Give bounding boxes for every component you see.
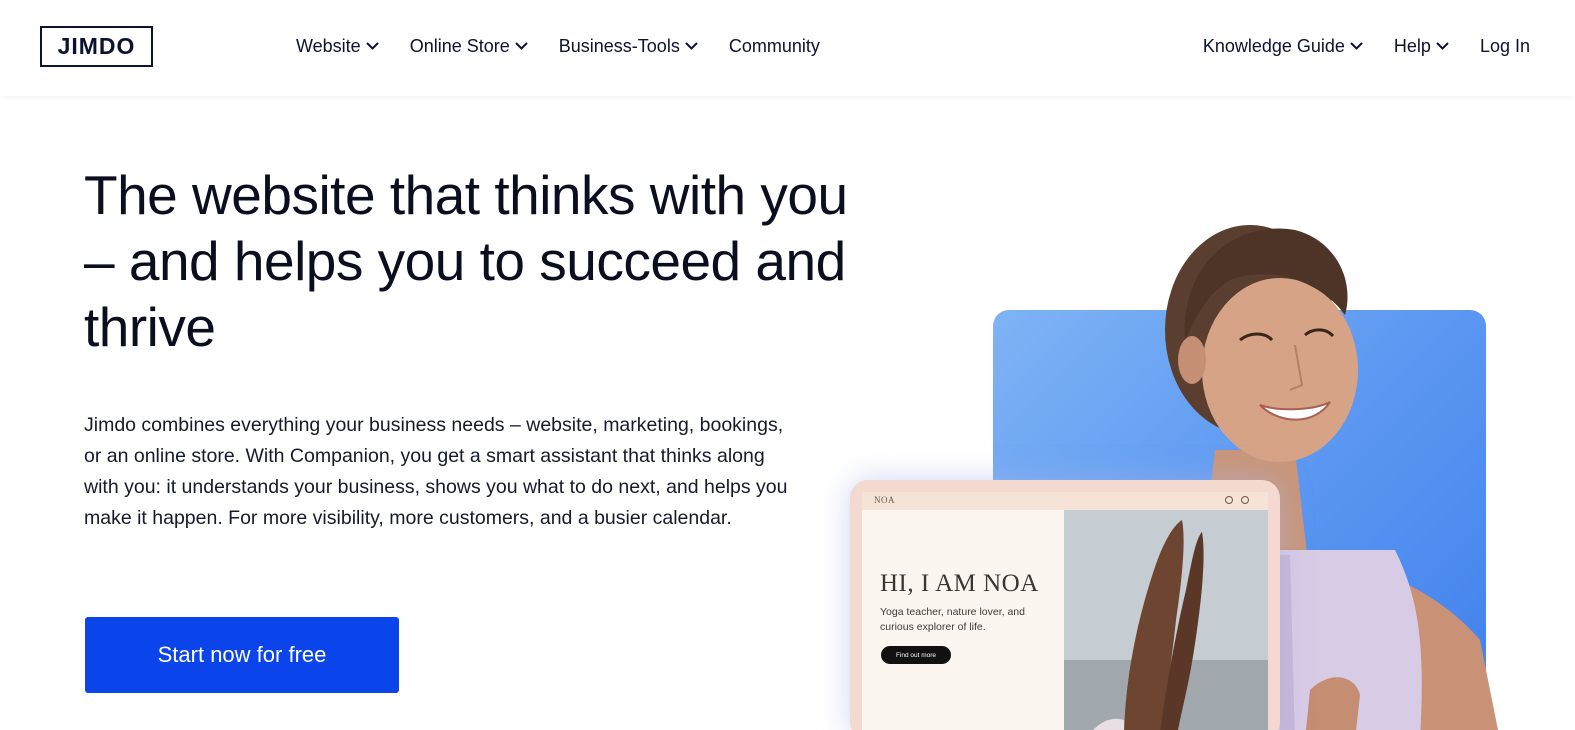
chevron-down-icon — [684, 41, 699, 51]
preview-brand: NOA — [874, 495, 895, 505]
nav-online-store[interactable]: Online Store — [410, 36, 529, 57]
nav-community-label: Community — [728, 35, 820, 56]
preview-yoga-hands-image — [1064, 510, 1268, 730]
preview-find-out-more-button: Find out more — [881, 646, 951, 664]
logo-text: JIMDO — [57, 33, 136, 59]
nav-online-store-label: Online Store — [409, 35, 510, 56]
hero-title: The website that thinks with you – and h… — [84, 164, 848, 358]
chevron-down-icon — [365, 41, 380, 51]
secondary-nav: Knowledge Guide Help Log In — [1173, 0, 1530, 92]
nav-knowledge-guide[interactable]: Knowledge Guide — [1203, 36, 1364, 57]
whatsapp-icon — [1241, 496, 1249, 504]
nav-website[interactable]: Website — [296, 36, 380, 57]
chevron-down-icon — [1349, 41, 1364, 51]
website-preview: NOA HI, I AM NOA Yoga teacher, nature lo… — [862, 492, 1268, 730]
nav-log-in-label: Log In — [1479, 35, 1530, 56]
chevron-down-icon — [514, 41, 529, 51]
preview-text: Yoga teacher, nature lover, and curious … — [880, 606, 1025, 633]
jimdo-logo[interactable]: JIMDO — [40, 26, 153, 67]
nav-business-tools-label: Business-Tools — [558, 35, 680, 56]
preview-header-bar: NOA — [862, 492, 1268, 510]
instagram-icon — [1225, 496, 1233, 504]
chevron-down-icon — [1435, 41, 1450, 51]
site-header: JIMDO Website Online Store Business-Tool… — [0, 0, 1575, 96]
nav-help-label: Help — [1393, 35, 1431, 56]
nav-knowledge-guide-label: Knowledge Guide — [1202, 35, 1345, 56]
nav-community[interactable]: Community — [729, 36, 820, 57]
nav-business-tools[interactable]: Business-Tools — [559, 36, 699, 57]
nav-help[interactable]: Help — [1394, 36, 1450, 57]
nav-log-in[interactable]: Log In — [1480, 36, 1530, 57]
hero-description: Jimdo combines everything your business … — [84, 414, 788, 529]
start-now-button[interactable]: Start now for free — [85, 617, 399, 693]
main-nav: Website Online Store Business-Tools Comm… — [296, 0, 850, 92]
nav-website-label: Website — [296, 35, 361, 56]
preview-heading: HI, I AM NOA — [880, 570, 1039, 597]
